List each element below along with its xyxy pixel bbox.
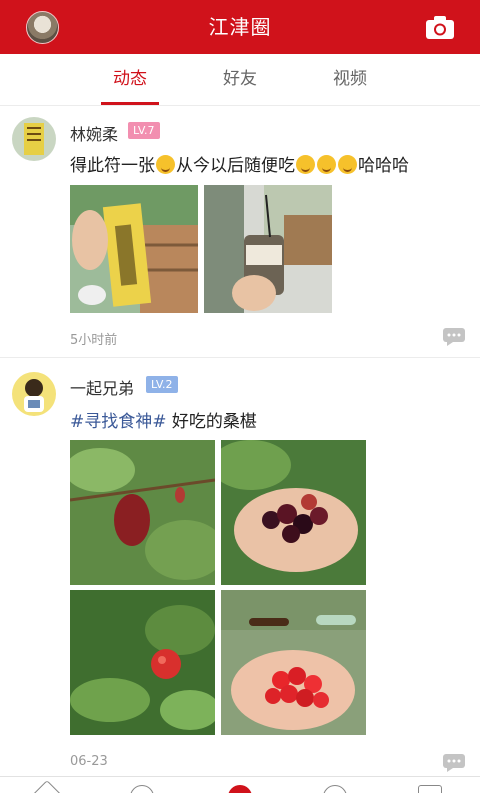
author-avatar[interactable] [12, 372, 56, 416]
tab-friends[interactable]: 好友 [200, 54, 280, 106]
discover-icon[interactable] [130, 785, 154, 793]
app-header: 江津圈 [0, 0, 480, 54]
home-icon[interactable] [30, 780, 64, 793]
tab-label: 视频 [333, 69, 367, 89]
comment-icon[interactable] [443, 754, 465, 772]
laugh-emoji-icon [338, 155, 357, 174]
post-photo[interactable] [204, 185, 332, 313]
post-text-part: 好吃的桑椹 [171, 412, 257, 432]
post-text: #寻找食神# 好吃的桑椹 [70, 407, 257, 432]
tab-bar: 动态 好友 视频 [0, 54, 480, 106]
tab-label: 好友 [223, 69, 257, 89]
tab-video[interactable]: 视频 [310, 54, 390, 106]
level-badge: LV.2 [146, 376, 178, 393]
grin-emoji-icon [317, 155, 336, 174]
post-photo[interactable] [70, 185, 198, 313]
post-card: 林婉柔 LV.7 得此符一张 从今以后随便吃 哈哈哈 5小时前 [0, 107, 480, 357]
tab-label: 动态 [113, 69, 147, 89]
post-photo[interactable] [221, 440, 366, 585]
post-text-part: 得此符一张 [70, 156, 155, 176]
center-icon[interactable] [228, 785, 252, 793]
tongue-emoji-icon [156, 155, 175, 174]
post-photo[interactable] [70, 590, 215, 735]
post-text-part: 从今以后随便吃 [176, 156, 295, 176]
author-name[interactable]: 一起兄弟 [70, 375, 134, 399]
comment-icon[interactable] [443, 328, 465, 346]
level-badge: LV.7 [128, 122, 160, 139]
post-text-part: 哈哈哈 [358, 156, 409, 176]
author-name[interactable]: 林婉柔 [70, 121, 118, 145]
post-time: 5小时前 [70, 333, 118, 348]
message-icon[interactable] [323, 785, 347, 793]
bottom-nav [0, 776, 480, 793]
page-title: 江津圈 [208, 15, 272, 39]
smile-emoji-icon [296, 155, 315, 174]
author-avatar[interactable] [12, 117, 56, 161]
tab-active-indicator [101, 102, 159, 105]
post-photo[interactable] [70, 440, 215, 585]
post-text: 得此符一张 从今以后随便吃 哈哈哈 [70, 151, 409, 176]
post-card: 一起兄弟 LV.2 #寻找食神# 好吃的桑椹 06-23 [0, 358, 480, 776]
post-photo[interactable] [221, 590, 366, 735]
post-time: 06-23 [70, 754, 108, 769]
camera-icon[interactable] [425, 15, 455, 40]
profile-icon[interactable] [418, 785, 442, 793]
hashtag-link[interactable]: #寻找食神# [70, 412, 167, 432]
tab-dynamic[interactable]: 动态 [90, 54, 170, 106]
